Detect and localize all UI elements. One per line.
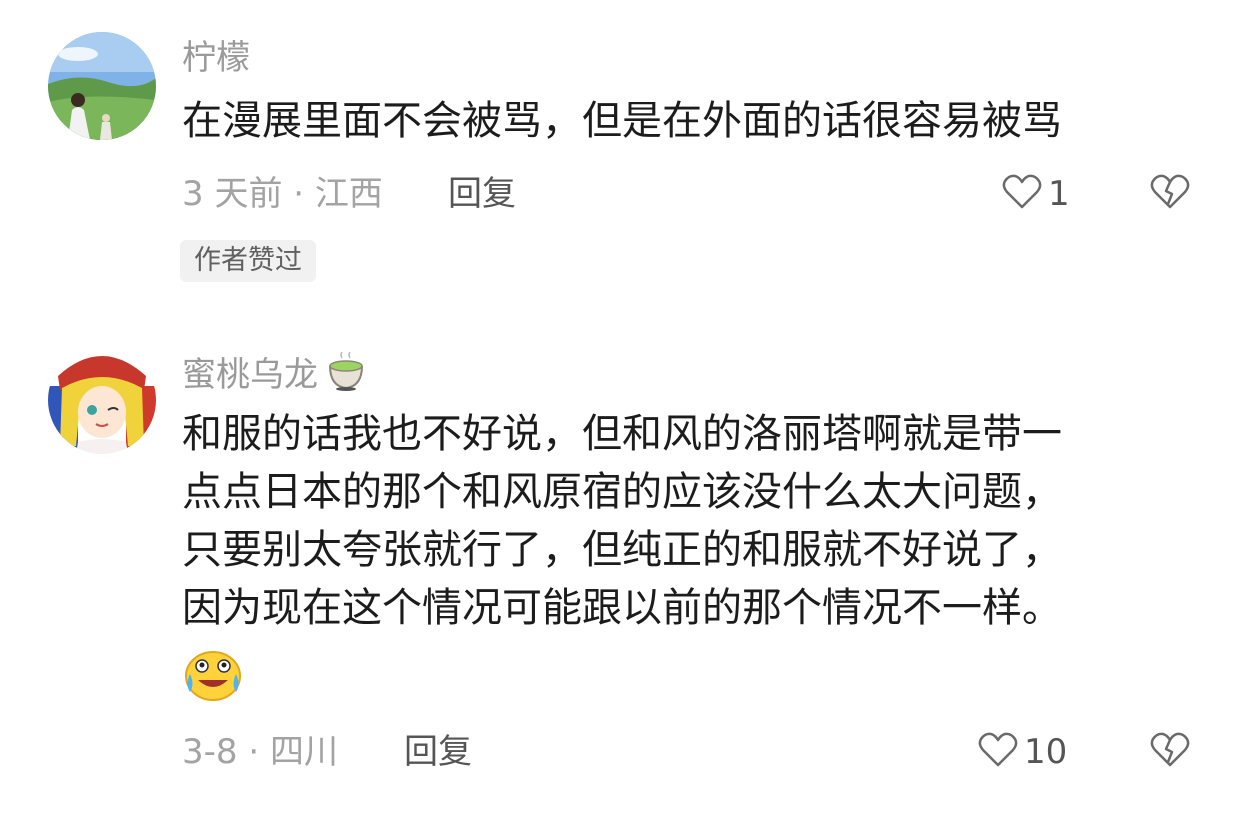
like-button[interactable]: 1 (1002, 174, 1070, 214)
comment-text-line: 点点日本的那个和风原宿的应该没什么太大问题， (182, 469, 1062, 515)
comment-text: 和服的话我也不好说，但和风的洛丽塔啊就是带一 点点日本的那个和风原宿的应该没什么… (182, 405, 1192, 637)
comment-text-line: 因为现在这个情况可能跟以前的那个情况不一样。 (182, 585, 1062, 631)
dislike-button[interactable] (1150, 174, 1190, 214)
broken-heart-icon (1150, 174, 1190, 214)
username-text: 蜜桃乌龙 (182, 355, 318, 395)
comment-meta: 3-8 · 四川 (182, 732, 338, 772)
avatar[interactable] (48, 32, 156, 140)
avatar[interactable] (48, 346, 156, 454)
like-count: 1 (1048, 174, 1070, 214)
like-button[interactable]: 10 (978, 732, 1067, 772)
comment-meta: 3 天前 · 江西 (182, 174, 383, 214)
comment-text: 在漫展里面不会被骂，但是在外面的话很容易被骂 (182, 92, 1192, 150)
heart-icon (1002, 174, 1042, 214)
reply-button[interactable]: 回复 (404, 732, 472, 772)
comment-text-line: 在漫展里面不会被骂，但是在外面的话很容易被骂 (182, 98, 1062, 144)
laughing-crying-face-icon (184, 648, 242, 706)
comment-text-line: 只要别太夸张就行了，但纯正的和服就不好说了， (182, 527, 1062, 573)
reply-button[interactable]: 回复 (448, 174, 516, 214)
username[interactable]: 柠檬 (182, 38, 250, 78)
username[interactable]: 蜜桃乌龙 (182, 351, 368, 401)
like-count: 10 (1024, 732, 1068, 772)
dislike-button[interactable] (1150, 732, 1190, 772)
heart-icon (978, 732, 1018, 772)
broken-heart-icon (1150, 732, 1190, 772)
comment-text-line: 和服的话我也不好说，但和风的洛丽塔啊就是带一 (182, 411, 1062, 457)
author-liked-badge: 作者赞过 (180, 240, 316, 282)
tea-icon (324, 351, 368, 401)
